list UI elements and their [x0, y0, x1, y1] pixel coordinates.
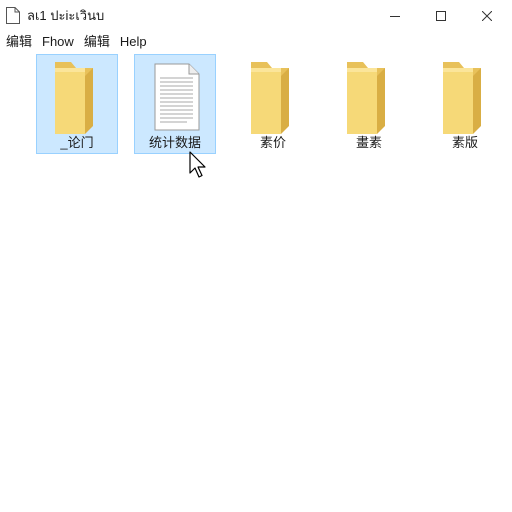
file-label: _论门 [60, 135, 94, 150]
minimize-icon [390, 16, 400, 17]
file-item-document[interactable]: 统计数据 [134, 54, 216, 154]
menu-item-edit-2[interactable]: 编辑 [79, 33, 115, 51]
text-document-icon [154, 63, 200, 131]
file-item-folder-3[interactable]: 畫素 [328, 54, 410, 154]
close-icon [482, 11, 492, 21]
folder-icon [347, 62, 385, 134]
file-label: 统计数据 [148, 135, 201, 150]
window-title: ลเ1 ปะiะเวินบ [27, 8, 105, 23]
folder-icon [251, 62, 289, 134]
file-label: 素价 [259, 135, 286, 150]
menu-item-show[interactable]: Fhow [37, 33, 79, 51]
maximize-button[interactable] [418, 0, 464, 32]
menu-item-help[interactable]: Help [115, 33, 152, 51]
close-button[interactable] [464, 0, 510, 32]
file-view[interactable]: _论门 统计数据 素价 畫素 素版 [0, 52, 512, 512]
file-label: 畫素 [355, 135, 382, 150]
title-bar[interactable]: ลเ1 ปะiะเวินบ [0, 0, 512, 32]
file-item-folder-1[interactable]: _论门 [36, 54, 118, 154]
arrow-cursor-icon [189, 151, 206, 178]
folder-icon [55, 62, 93, 134]
file-label: 素版 [451, 135, 478, 150]
menu-item-edit[interactable]: 编辑 [1, 33, 37, 51]
folder-icon [443, 62, 481, 134]
document-icon [6, 7, 20, 24]
menu-bar: 编辑 Fhow 编辑 Help [0, 32, 512, 52]
file-item-folder-4[interactable]: 素版 [424, 54, 506, 154]
file-item-folder-2[interactable]: 素价 [232, 54, 314, 154]
explorer-window: ลเ1 ปะiะเวินบ 编辑 Fhow 编辑 Help _论门 统计数据 素… [0, 0, 512, 512]
minimize-button[interactable] [372, 0, 418, 32]
maximize-icon [436, 11, 446, 21]
